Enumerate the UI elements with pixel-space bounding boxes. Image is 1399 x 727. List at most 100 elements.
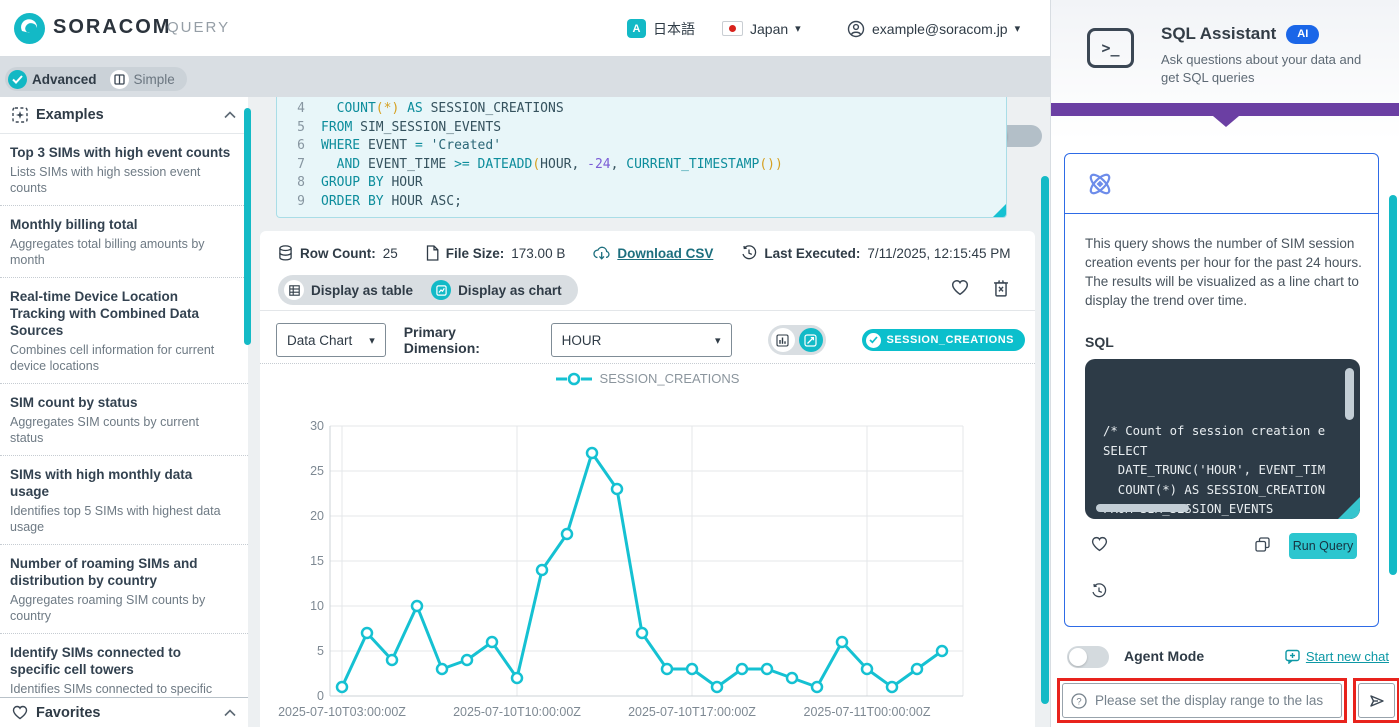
- svg-text:0: 0: [317, 689, 324, 703]
- example-item[interactable]: Number of roaming SIMs and distribution …: [0, 545, 248, 634]
- chevron-down-icon: ▾: [1014, 23, 1021, 35]
- file-size-value: 173.00 B: [511, 245, 566, 261]
- table-icon: [284, 280, 304, 300]
- chat-plus-icon: [1285, 649, 1300, 664]
- mode-advanced[interactable]: Advanced: [32, 72, 97, 87]
- data-point: [485, 635, 499, 649]
- divider: [260, 310, 1035, 311]
- bar-chart-button[interactable]: [770, 328, 795, 352]
- download-csv[interactable]: Download CSV: [593, 245, 713, 261]
- result-stats-row: Row Count: 25 File Size: 173.00 B Downlo…: [278, 245, 1010, 261]
- example-item-title: Top 3 SIMs with high event counts: [10, 145, 231, 160]
- chart-controls: Data Chart ▾ Primary Dimension: HOUR ▾ S…: [276, 323, 1025, 357]
- start-new-chat-link[interactable]: Start new chat: [1285, 649, 1389, 664]
- code-horizontal-scrollbar[interactable]: [1096, 504, 1189, 512]
- agent-mode-label: Agent Mode: [1124, 648, 1205, 664]
- assistant-subtitle: Ask questions about your data and get SQ…: [1161, 52, 1362, 85]
- sql-assistant-panel: >_ SQL Assistant AI Ask questions about …: [1050, 0, 1399, 727]
- data-point: [535, 563, 549, 577]
- editor-resize-handle[interactable]: [993, 204, 1006, 217]
- example-item-desc: Aggregates SIM counts by current status: [10, 415, 199, 445]
- line-chart-button[interactable]: [798, 328, 823, 352]
- favorite-query-button[interactable]: [1091, 536, 1108, 552]
- favorite-heart-button[interactable]: [951, 279, 969, 296]
- display-as-chart-button[interactable]: Display as chart: [431, 280, 562, 300]
- chat-input-container: ?: [1062, 683, 1342, 718]
- mode-toggle: Advanced Simple: [5, 67, 187, 91]
- chat-input[interactable]: [1095, 693, 1333, 708]
- data-point: [360, 626, 374, 640]
- assistant-pointer: [1213, 116, 1239, 127]
- svg-text:15: 15: [310, 554, 324, 568]
- favorites-title: Favorites: [36, 704, 101, 721]
- sidebar-scrollbar[interactable]: [244, 108, 251, 345]
- send-button[interactable]: [1358, 683, 1395, 718]
- svg-text:?: ?: [1076, 696, 1081, 707]
- example-item[interactable]: Real-time Device Location Tracking with …: [0, 278, 248, 384]
- primary-dimension-select[interactable]: HOUR ▾: [550, 323, 732, 357]
- code-vertical-scrollbar[interactable]: [1345, 368, 1354, 420]
- display-as-table-button[interactable]: Display as table: [284, 280, 413, 300]
- chart-legend: SESSION_CREATIONS: [260, 371, 1035, 386]
- language-button[interactable]: A 日本語: [627, 0, 695, 57]
- agent-mode-row: Agent Mode Start new chat: [1051, 645, 1399, 669]
- logo-swirl-icon: [21, 19, 38, 34]
- send-icon: [1369, 694, 1384, 707]
- delete-trash-button[interactable]: [993, 279, 1009, 297]
- file-icon: [426, 245, 439, 261]
- legend-label: SESSION_CREATIONS: [599, 371, 740, 386]
- toggle-knob: [1069, 648, 1087, 666]
- history-icon[interactable]: [1091, 583, 1107, 599]
- examples-sidebar: Examples Top 3 SIMs with high event coun…: [0, 97, 248, 727]
- favorites-section-header[interactable]: Favorites: [0, 697, 248, 727]
- examples-title: Examples: [36, 107, 104, 123]
- chevron-down-icon: ▾: [369, 334, 375, 347]
- soracom-logo-icon[interactable]: [14, 13, 45, 44]
- mode-band: Advanced Simple: [0, 57, 1050, 148]
- assistant-actions: Run Query: [1065, 532, 1378, 562]
- primary-dimension-label: Primary Dimension:: [403, 324, 480, 356]
- copy-icon[interactable]: [1255, 537, 1270, 552]
- examples-section-header[interactable]: Examples: [0, 97, 248, 134]
- agent-mode-toggle[interactable]: [1067, 646, 1109, 668]
- data-point: [685, 662, 699, 676]
- example-item[interactable]: Monthly billing total Aggregates total bi…: [0, 206, 248, 278]
- dotted-divider: [260, 363, 1035, 364]
- data-point: [885, 680, 899, 694]
- data-point: [860, 662, 874, 676]
- series-chip-label: SESSION_CREATIONS: [886, 334, 1014, 346]
- example-item[interactable]: Top 3 SIMs with high event counts Lists S…: [0, 134, 248, 206]
- download-csv-link[interactable]: Download CSV: [617, 246, 713, 261]
- code-resize-handle[interactable]: [1338, 497, 1360, 519]
- user-icon: [847, 20, 865, 37]
- data-point: [785, 671, 799, 685]
- svg-text:2025-07-10T03:00:00Z: 2025-07-10T03:00:00Z: [278, 705, 406, 719]
- examples-icon: [12, 107, 28, 123]
- data-point: [585, 446, 599, 460]
- data-point: [835, 635, 849, 649]
- ai-badge: AI: [1286, 24, 1320, 44]
- start-new-chat-label: Start new chat: [1305, 649, 1389, 664]
- country-dropdown[interactable]: Japan ▾: [722, 0, 801, 57]
- account-email: example@soracom.jp: [872, 20, 1008, 37]
- assistant-scrollbar[interactable]: [1389, 195, 1397, 575]
- brand-name: SORACOM: [53, 16, 172, 38]
- mode-simple[interactable]: Simple: [134, 72, 175, 87]
- account-dropdown[interactable]: example@soracom.jp ▾: [847, 0, 1020, 57]
- main-scrollbar[interactable]: [1041, 176, 1049, 704]
- run-query-button[interactable]: Run Query: [1289, 533, 1357, 559]
- sql-section-label: SQL: [1085, 334, 1114, 350]
- chart-type-select[interactable]: Data Chart ▾: [276, 323, 386, 357]
- result-card: Row Count: 25 File Size: 173.00 B Downlo…: [260, 231, 1035, 727]
- series-chip[interactable]: SESSION_CREATIONS: [861, 329, 1025, 351]
- assistant-message: This query shows the number of SIM sessi…: [1085, 236, 1362, 308]
- data-point: [635, 626, 649, 640]
- top-header: SORACOM QUERY A 日本語 Japan ▾ example@sora…: [0, 0, 1050, 57]
- chevron-down-icon: ▾: [795, 23, 801, 35]
- example-item[interactable]: SIM count by status Aggregates SIM counts…: [0, 384, 248, 456]
- sql-editor[interactable]: 4 COUNT(*) AS SESSION_CREATIONS 5 FROM SIM…: [276, 97, 1007, 218]
- example-item[interactable]: SIMs with high monthly data usage Identif…: [0, 456, 248, 545]
- terminal-icon: >_: [1087, 28, 1134, 68]
- japan-flag-icon: [722, 21, 743, 36]
- example-item-desc: Aggregates total billing amounts by mont…: [10, 237, 205, 267]
